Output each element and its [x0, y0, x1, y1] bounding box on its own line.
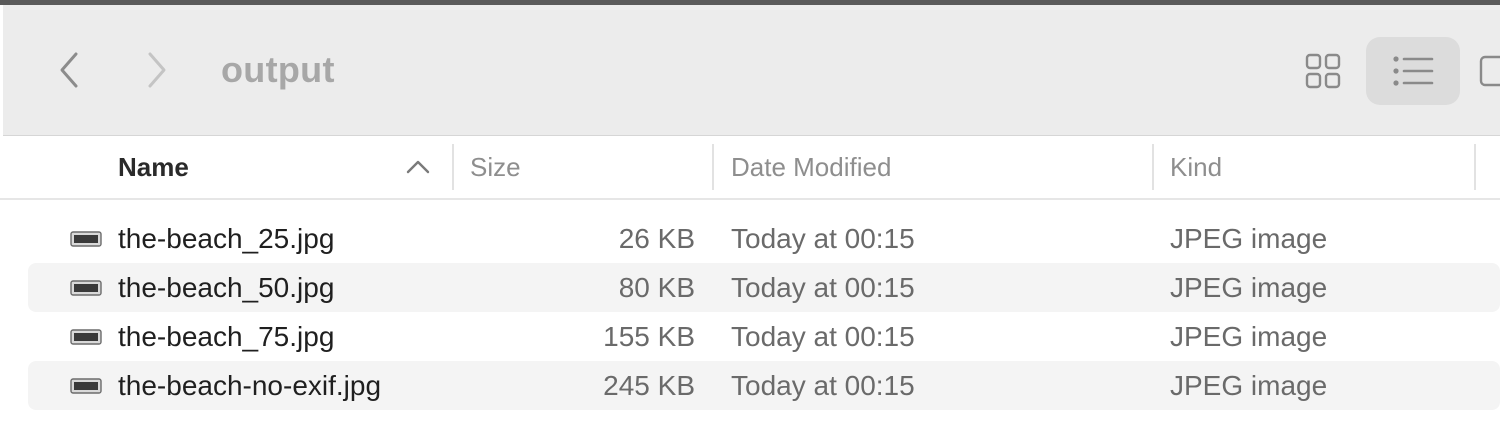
file-row[interactable]: the-beach_50.jpg 80 KB Today at 00:15 JP…: [28, 263, 1500, 312]
file-row[interactable]: the-beach-no-exif.jpg 245 KB Today at 00…: [28, 361, 1500, 410]
sort-ascending-chevron-icon[interactable]: [404, 158, 432, 176]
column-header-kind[interactable]: Kind: [1170, 136, 1470, 198]
toolbar: output: [3, 5, 1500, 136]
list-view-icon: [1393, 56, 1434, 86]
folder-title: output: [221, 49, 335, 90]
file-size: 80 KB: [618, 272, 695, 303]
file-kind: JPEG image: [1170, 223, 1328, 254]
column-header-date-modified[interactable]: Date Modified: [731, 136, 1151, 198]
file-row[interactable]: the-beach_75.jpg 155 KB Today at 00:15 J…: [28, 312, 1500, 361]
icon-view-icon: [1305, 53, 1341, 89]
icon-view-button[interactable]: [1276, 37, 1370, 105]
forward-button[interactable]: [137, 45, 177, 95]
file-name: the-beach_75.jpg: [118, 321, 335, 352]
file-date-modified: Today at 00:15: [731, 370, 915, 401]
file-kind: JPEG image: [1170, 272, 1328, 303]
jpeg-file-icon: [70, 231, 102, 247]
file-name: the-beach-no-exif.jpg: [118, 370, 382, 401]
column-header-size[interactable]: Size: [470, 136, 710, 198]
column-divider[interactable]: [1152, 144, 1154, 190]
jpeg-file-icon: [70, 329, 102, 345]
file-size: 155 KB: [603, 321, 695, 352]
file-date-modified: Today at 00:15: [731, 321, 915, 352]
column-divider[interactable]: [452, 144, 454, 190]
file-kind: JPEG image: [1170, 370, 1328, 401]
chevron-left-icon: [60, 52, 78, 88]
column-header-row: Name Size Date Modified Kind: [0, 136, 1500, 200]
file-name: the-beach_50.jpg: [118, 272, 335, 303]
column-view-icon: [1479, 55, 1500, 87]
column-view-button[interactable]: [1477, 37, 1500, 105]
file-date-modified: Today at 00:15: [731, 223, 915, 254]
column-divider[interactable]: [712, 144, 714, 190]
column-divider[interactable]: [1474, 144, 1476, 190]
file-row[interactable]: the-beach_25.jpg 26 KB Today at 00:15 JP…: [28, 214, 1500, 263]
file-size: 245 KB: [603, 370, 695, 401]
column-header-name[interactable]: Name: [118, 136, 448, 198]
jpeg-file-icon: [70, 280, 102, 296]
file-size: 26 KB: [618, 223, 695, 254]
chevron-right-icon: [148, 52, 166, 88]
finder-window: output Name Size Date Modified Kind the-…: [0, 0, 1500, 421]
file-date-modified: Today at 00:15: [731, 272, 915, 303]
list-view-button[interactable]: [1366, 37, 1460, 105]
file-list: the-beach_25.jpg 26 KB Today at 00:15 JP…: [28, 214, 1500, 410]
file-kind: JPEG image: [1170, 321, 1328, 352]
jpeg-file-icon: [70, 378, 102, 394]
file-name: the-beach_25.jpg: [118, 223, 335, 254]
back-button[interactable]: [49, 45, 89, 95]
